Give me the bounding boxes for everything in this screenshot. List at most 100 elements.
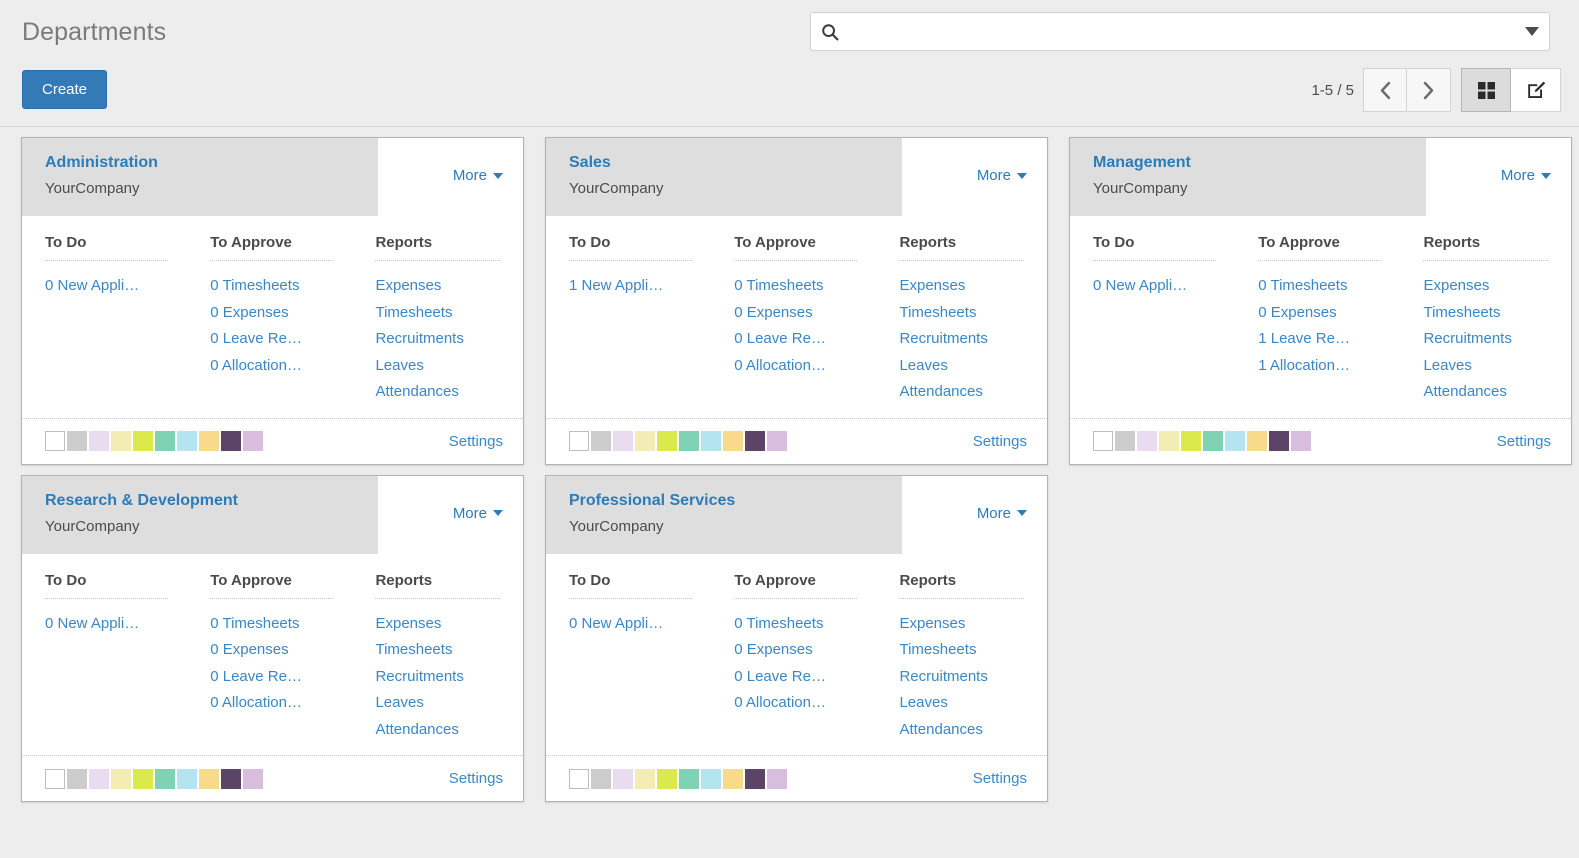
report-link[interactable]: Leaves (375, 690, 523, 717)
color-swatch[interactable] (745, 768, 765, 789)
report-link[interactable]: Recruitments (899, 326, 1047, 353)
kanban-grid-icon[interactable] (1461, 68, 1511, 112)
report-link[interactable]: Timesheets (375, 300, 523, 327)
department-name[interactable]: Management (1093, 154, 1191, 172)
color-swatch[interactable] (177, 768, 197, 789)
color-swatch[interactable] (177, 431, 197, 451)
color-swatch[interactable] (221, 431, 241, 451)
department-name[interactable]: Research & Development (45, 492, 238, 510)
color-swatch[interactable] (67, 768, 87, 789)
department-name[interactable]: Administration (45, 154, 158, 172)
to-approve-link[interactable]: 0 Leave Re… (210, 326, 375, 353)
color-swatch[interactable] (1115, 431, 1135, 451)
settings-link[interactable]: Settings (973, 433, 1027, 450)
color-swatch[interactable] (701, 768, 721, 789)
to-approve-link[interactable]: 0 Expenses (734, 300, 899, 327)
color-swatch[interactable] (67, 431, 87, 451)
color-swatch[interactable] (1159, 431, 1179, 451)
color-swatch[interactable] (1269, 431, 1289, 451)
report-link[interactable]: Attendances (899, 379, 1047, 406)
color-swatch[interactable] (1137, 431, 1157, 451)
more-dropdown[interactable]: More (1501, 167, 1551, 184)
color-swatch[interactable] (613, 431, 633, 451)
todo-link[interactable]: 0 New Appli… (569, 611, 734, 638)
color-swatch[interactable] (723, 768, 743, 789)
color-swatch[interactable] (679, 768, 699, 789)
report-link[interactable]: Timesheets (1423, 300, 1571, 327)
color-swatch[interactable] (89, 431, 109, 451)
report-link[interactable]: Expenses (899, 273, 1047, 300)
department-card[interactable]: Professional Services YourCompany More T… (545, 474, 1048, 802)
color-swatch[interactable] (1225, 431, 1245, 451)
report-link[interactable]: Leaves (1423, 353, 1571, 380)
to-approve-link[interactable]: 0 Expenses (1258, 300, 1423, 327)
to-approve-link[interactable]: 1 Leave Re… (1258, 326, 1423, 353)
report-link[interactable]: Attendances (375, 379, 523, 406)
report-link[interactable]: Timesheets (899, 300, 1047, 327)
to-approve-link[interactable]: 0 Leave Re… (734, 664, 899, 691)
color-swatch[interactable] (635, 768, 655, 789)
color-swatch[interactable] (155, 768, 175, 789)
create-button[interactable]: Create (22, 70, 108, 109)
color-swatch[interactable] (243, 768, 263, 789)
color-swatch[interactable] (1181, 431, 1201, 451)
color-swatch[interactable] (1247, 431, 1267, 451)
report-link[interactable]: Attendances (899, 717, 1047, 744)
todo-link[interactable]: 0 New Appli… (45, 611, 210, 638)
more-dropdown[interactable]: More (977, 167, 1027, 184)
color-swatch[interactable] (1203, 431, 1223, 451)
color-swatch[interactable] (723, 431, 743, 451)
color-swatch[interactable] (657, 431, 677, 451)
color-swatch[interactable] (767, 768, 787, 789)
color-swatch[interactable] (569, 768, 589, 789)
report-link[interactable]: Leaves (899, 353, 1047, 380)
chevron-right-icon[interactable] (1407, 68, 1451, 112)
color-swatch[interactable] (657, 768, 677, 789)
report-link[interactable]: Leaves (375, 353, 523, 380)
color-swatch[interactable] (45, 431, 65, 451)
color-swatch[interactable] (89, 768, 109, 789)
color-swatch[interactable] (767, 431, 787, 451)
edit-list-icon[interactable] (1511, 68, 1561, 112)
report-link[interactable]: Attendances (375, 717, 523, 744)
department-card[interactable]: Management YourCompany More To Do 0 New … (1069, 137, 1572, 465)
search-bar[interactable] (810, 12, 1550, 51)
color-swatch[interactable] (155, 431, 175, 451)
color-swatch[interactable] (745, 431, 765, 451)
department-name[interactable]: Professional Services (569, 492, 735, 510)
color-swatch[interactable] (1093, 431, 1113, 451)
report-link[interactable]: Recruitments (375, 664, 523, 691)
color-swatch[interactable] (111, 431, 131, 451)
to-approve-link[interactable]: 0 Allocation… (734, 353, 899, 380)
color-swatch[interactable] (243, 431, 263, 451)
color-swatch[interactable] (111, 768, 131, 789)
report-link[interactable]: Timesheets (375, 637, 523, 664)
more-dropdown[interactable]: More (453, 505, 503, 522)
color-swatch[interactable] (221, 768, 241, 789)
report-link[interactable]: Expenses (899, 611, 1047, 638)
to-approve-link[interactable]: 0 Timesheets (734, 273, 899, 300)
color-swatch[interactable] (591, 431, 611, 451)
report-link[interactable]: Leaves (899, 690, 1047, 717)
to-approve-link[interactable]: 0 Allocation… (210, 353, 375, 380)
search-input[interactable] (849, 13, 1515, 50)
color-swatch[interactable] (133, 431, 153, 451)
color-swatch[interactable] (591, 768, 611, 789)
to-approve-link[interactable]: 0 Allocation… (734, 690, 899, 717)
chevron-down-icon[interactable] (1515, 27, 1549, 36)
to-approve-link[interactable]: 0 Expenses (210, 637, 375, 664)
to-approve-link[interactable]: 0 Timesheets (734, 611, 899, 638)
to-approve-link[interactable]: 1 Allocation… (1258, 353, 1423, 380)
todo-link[interactable]: 0 New Appli… (1093, 273, 1258, 300)
chevron-left-icon[interactable] (1363, 68, 1407, 112)
report-link[interactable]: Timesheets (899, 637, 1047, 664)
settings-link[interactable]: Settings (1497, 433, 1551, 450)
color-swatch[interactable] (1291, 431, 1311, 451)
department-card[interactable]: Research & Development YourCompany More … (21, 474, 524, 802)
report-link[interactable]: Recruitments (899, 664, 1047, 691)
to-approve-link[interactable]: 0 Allocation… (210, 690, 375, 717)
color-swatch[interactable] (679, 431, 699, 451)
color-swatch[interactable] (199, 431, 219, 451)
report-link[interactable]: Recruitments (1423, 326, 1571, 353)
color-swatch[interactable] (635, 431, 655, 451)
